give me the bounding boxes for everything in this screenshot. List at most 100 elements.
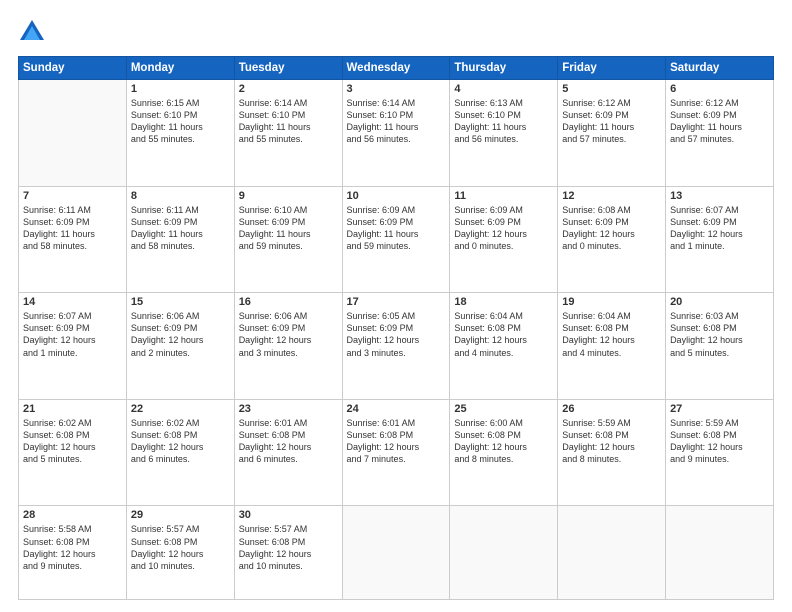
calendar-header-friday: Friday: [558, 57, 666, 80]
day-number: 17: [347, 296, 446, 308]
day-number: 25: [454, 403, 553, 415]
calendar-week-row: 1Sunrise: 6:15 AM Sunset: 6:10 PM Daylig…: [19, 80, 774, 187]
calendar-cell: 28 Sunrise: 5:58 AM Sunset: 6:08 PM Dayli…: [19, 506, 127, 600]
day-number: 3: [347, 83, 446, 95]
day-number: 18: [454, 296, 553, 308]
day-number: 26: [562, 403, 661, 415]
day-info: Sunrise: 5:58 AM Sunset: 6:08 PM Dayligh…: [23, 523, 122, 572]
calendar-cell: 17Sunrise: 6:05 AM Sunset: 6:09 PM Dayli…: [342, 293, 450, 400]
logo: [18, 18, 50, 46]
day-info: Sunrise: 6:10 AM Sunset: 6:09 PM Dayligh…: [239, 204, 338, 253]
day-number: 7: [23, 190, 122, 202]
calendar-cell: [558, 506, 666, 600]
calendar-cell: 30 Sunrise: 5:57 AM Sunset: 6:08 PM Dayli…: [234, 506, 342, 600]
day-number: 29: [131, 509, 230, 521]
calendar-cell: 1Sunrise: 6:15 AM Sunset: 6:10 PM Daylig…: [126, 80, 234, 187]
calendar-cell: 3 Sunrise: 6:14 AM Sunset: 6:10 PM Daylig…: [342, 80, 450, 187]
calendar-week-row: 7 Sunrise: 6:11 AM Sunset: 6:09 PM Daylig…: [19, 186, 774, 293]
calendar-header-tuesday: Tuesday: [234, 57, 342, 80]
day-info: Sunrise: 6:01 AM Sunset: 6:08 PM Dayligh…: [239, 417, 338, 466]
day-number: 5: [562, 83, 661, 95]
calendar-cell: 20Sunrise: 6:03 AM Sunset: 6:08 PM Dayli…: [666, 293, 774, 400]
calendar-cell: 29 Sunrise: 5:57 AM Sunset: 6:08 PM Dayli…: [126, 506, 234, 600]
calendar-cell: 26 Sunrise: 5:59 AM Sunset: 6:08 PM Dayli…: [558, 399, 666, 506]
calendar-cell: [19, 80, 127, 187]
day-info: Sunrise: 5:59 AM Sunset: 6:08 PM Dayligh…: [670, 417, 769, 466]
calendar-cell: 25Sunrise: 6:00 AM Sunset: 6:08 PM Dayli…: [450, 399, 558, 506]
calendar-cell: 24 Sunrise: 6:01 AM Sunset: 6:08 PM Dayli…: [342, 399, 450, 506]
calendar-cell: 9Sunrise: 6:10 AM Sunset: 6:09 PM Daylig…: [234, 186, 342, 293]
logo-icon: [18, 18, 46, 46]
calendar-cell: 8 Sunrise: 6:11 AM Sunset: 6:09 PM Daylig…: [126, 186, 234, 293]
day-info: Sunrise: 6:08 AM Sunset: 6:09 PM Dayligh…: [562, 204, 661, 253]
day-info: Sunrise: 6:14 AM Sunset: 6:10 PM Dayligh…: [347, 97, 446, 146]
day-number: 13: [670, 190, 769, 202]
calendar-cell: 6 Sunrise: 6:12 AM Sunset: 6:09 PM Daylig…: [666, 80, 774, 187]
day-number: 22: [131, 403, 230, 415]
day-info: Sunrise: 6:11 AM Sunset: 6:09 PM Dayligh…: [23, 204, 122, 253]
day-info: Sunrise: 6:02 AM Sunset: 6:08 PM Dayligh…: [131, 417, 230, 466]
day-number: 24: [347, 403, 446, 415]
calendar-cell: [450, 506, 558, 600]
calendar-header-sunday: Sunday: [19, 57, 127, 80]
day-number: 16: [239, 296, 338, 308]
calendar-cell: 19Sunrise: 6:04 AM Sunset: 6:08 PM Dayli…: [558, 293, 666, 400]
day-number: 15: [131, 296, 230, 308]
calendar-cell: 13 Sunrise: 6:07 AM Sunset: 6:09 PM Dayli…: [666, 186, 774, 293]
day-info: Sunrise: 5:59 AM Sunset: 6:08 PM Dayligh…: [562, 417, 661, 466]
day-number: 4: [454, 83, 553, 95]
calendar-cell: 21 Sunrise: 6:02 AM Sunset: 6:08 PM Dayli…: [19, 399, 127, 506]
day-info: Sunrise: 6:01 AM Sunset: 6:08 PM Dayligh…: [347, 417, 446, 466]
calendar-header-row: SundayMondayTuesdayWednesdayThursdayFrid…: [19, 57, 774, 80]
day-info: Sunrise: 6:07 AM Sunset: 6:09 PM Dayligh…: [670, 204, 769, 253]
day-number: 21: [23, 403, 122, 415]
calendar-cell: 7 Sunrise: 6:11 AM Sunset: 6:09 PM Daylig…: [19, 186, 127, 293]
day-info: Sunrise: 6:06 AM Sunset: 6:09 PM Dayligh…: [131, 310, 230, 359]
calendar-cell: 16 Sunrise: 6:06 AM Sunset: 6:09 PM Dayli…: [234, 293, 342, 400]
calendar-header-saturday: Saturday: [666, 57, 774, 80]
day-info: Sunrise: 6:02 AM Sunset: 6:08 PM Dayligh…: [23, 417, 122, 466]
day-info: Sunrise: 6:13 AM Sunset: 6:10 PM Dayligh…: [454, 97, 553, 146]
day-number: 27: [670, 403, 769, 415]
calendar-cell: 2 Sunrise: 6:14 AM Sunset: 6:10 PM Daylig…: [234, 80, 342, 187]
calendar-cell: 27 Sunrise: 5:59 AM Sunset: 6:08 PM Dayli…: [666, 399, 774, 506]
calendar-table: SundayMondayTuesdayWednesdayThursdayFrid…: [18, 56, 774, 600]
page: SundayMondayTuesdayWednesdayThursdayFrid…: [0, 0, 792, 612]
day-info: Sunrise: 6:07 AM Sunset: 6:09 PM Dayligh…: [23, 310, 122, 359]
day-info: Sunrise: 6:06 AM Sunset: 6:09 PM Dayligh…: [239, 310, 338, 359]
calendar-week-row: 14 Sunrise: 6:07 AM Sunset: 6:09 PM Dayli…: [19, 293, 774, 400]
day-number: 6: [670, 83, 769, 95]
calendar-cell: [342, 506, 450, 600]
day-number: 28: [23, 509, 122, 521]
day-info: Sunrise: 6:04 AM Sunset: 6:08 PM Dayligh…: [454, 310, 553, 359]
day-number: 8: [131, 190, 230, 202]
day-info: Sunrise: 5:57 AM Sunset: 6:08 PM Dayligh…: [131, 523, 230, 572]
calendar-cell: 18 Sunrise: 6:04 AM Sunset: 6:08 PM Dayli…: [450, 293, 558, 400]
day-info: Sunrise: 6:03 AM Sunset: 6:08 PM Dayligh…: [670, 310, 769, 359]
day-info: Sunrise: 5:57 AM Sunset: 6:08 PM Dayligh…: [239, 523, 338, 572]
day-info: Sunrise: 6:04 AM Sunset: 6:08 PM Dayligh…: [562, 310, 661, 359]
calendar-week-row: 21 Sunrise: 6:02 AM Sunset: 6:08 PM Dayli…: [19, 399, 774, 506]
calendar-header-monday: Monday: [126, 57, 234, 80]
calendar-cell: 11Sunrise: 6:09 AM Sunset: 6:09 PM Dayli…: [450, 186, 558, 293]
calendar-week-row: 28 Sunrise: 5:58 AM Sunset: 6:08 PM Dayli…: [19, 506, 774, 600]
day-info: Sunrise: 6:15 AM Sunset: 6:10 PM Dayligh…: [131, 97, 230, 146]
day-info: Sunrise: 6:12 AM Sunset: 6:09 PM Dayligh…: [670, 97, 769, 146]
calendar-header-thursday: Thursday: [450, 57, 558, 80]
day-info: Sunrise: 6:11 AM Sunset: 6:09 PM Dayligh…: [131, 204, 230, 253]
day-number: 30: [239, 509, 338, 521]
calendar-header-wednesday: Wednesday: [342, 57, 450, 80]
calendar-cell: 15 Sunrise: 6:06 AM Sunset: 6:09 PM Dayli…: [126, 293, 234, 400]
calendar-cell: 12 Sunrise: 6:08 AM Sunset: 6:09 PM Dayli…: [558, 186, 666, 293]
day-info: Sunrise: 6:14 AM Sunset: 6:10 PM Dayligh…: [239, 97, 338, 146]
day-number: 23: [239, 403, 338, 415]
calendar-cell: 5Sunrise: 6:12 AM Sunset: 6:09 PM Daylig…: [558, 80, 666, 187]
day-info: Sunrise: 6:09 AM Sunset: 6:09 PM Dayligh…: [454, 204, 553, 253]
calendar-cell: [666, 506, 774, 600]
day-info: Sunrise: 6:09 AM Sunset: 6:09 PM Dayligh…: [347, 204, 446, 253]
day-number: 14: [23, 296, 122, 308]
day-number: 2: [239, 83, 338, 95]
header: [18, 18, 774, 46]
day-number: 12: [562, 190, 661, 202]
calendar-cell: 14 Sunrise: 6:07 AM Sunset: 6:09 PM Dayli…: [19, 293, 127, 400]
